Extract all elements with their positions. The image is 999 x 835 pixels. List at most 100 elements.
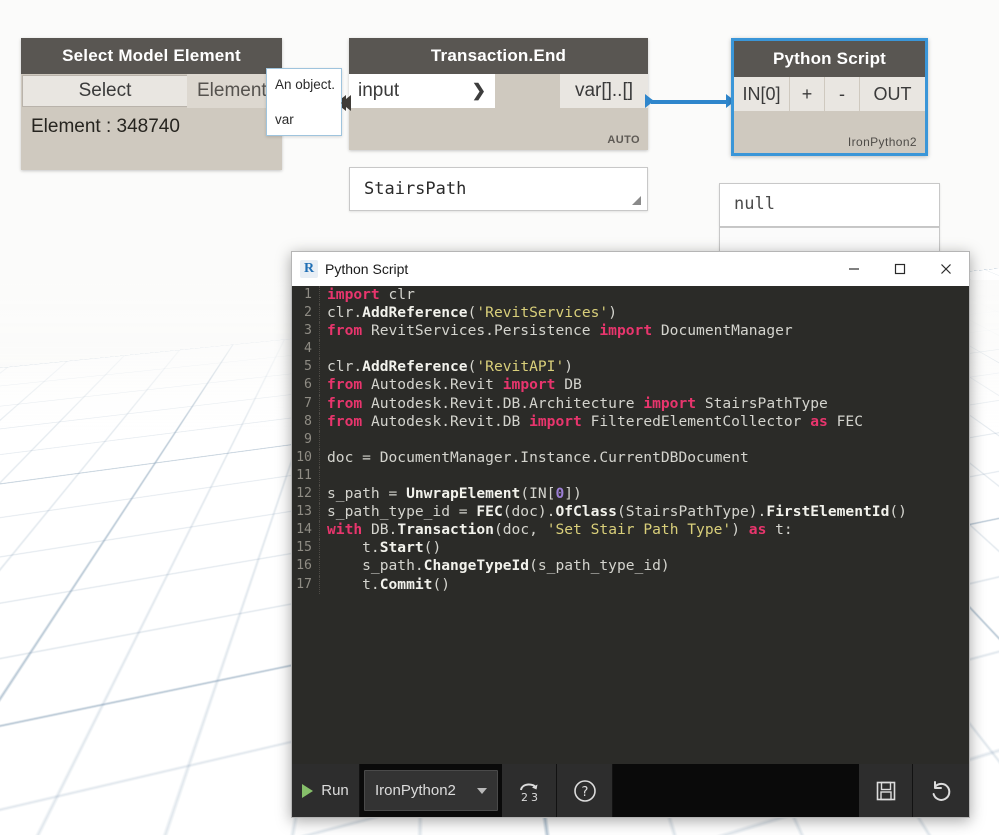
code-text: from Autodesk.Revit import DB: [327, 376, 582, 394]
node-port-row: Select Element: [21, 74, 282, 108]
help-icon: ?: [573, 779, 596, 802]
node-auto-tag: AUTO: [607, 134, 640, 146]
code-line[interactable]: 11: [292, 466, 969, 486]
python-script-editor-dialog[interactable]: R Python Script 1 import clr 2 clr.AddRefer…: [291, 251, 970, 818]
node-port-row: input ❯ var[]..[]: [349, 74, 648, 108]
connector-arrow-transaction-in: [341, 95, 351, 111]
chevron-right-icon: ❯: [471, 81, 486, 100]
code-text: with DB.Transaction(doc, 'Set Stair Path…: [327, 521, 793, 539]
input-port-in0[interactable]: IN[0]: [734, 77, 790, 111]
preview-value: StairsPath: [364, 179, 467, 199]
code-editor[interactable]: 1 import clr 2 clr.AddReference('RevitServi…: [292, 286, 969, 765]
minimize-icon: [849, 268, 859, 270]
code-text: s_path = UnwrapElement(IN[0]): [327, 485, 582, 503]
output-port-var[interactable]: var[]..[]: [560, 74, 648, 108]
engine-value: IronPython2: [375, 782, 456, 799]
code-text: t.Commit(): [327, 575, 451, 593]
node-transaction-end[interactable]: Transaction.End input ❯ var[]..[] AUTO: [349, 38, 648, 150]
code-line[interactable]: 7 from Autodesk.Revit.DB.Architecture imp…: [292, 394, 969, 413]
dialog-title: Python Script: [325, 261, 409, 277]
tooltip-type: var: [275, 112, 294, 127]
line-number: 4: [292, 340, 320, 359]
code-line[interactable]: 15 t.Start(): [292, 539, 969, 558]
chevron-down-icon: [477, 787, 487, 794]
line-number: 5: [292, 358, 320, 377]
code-line[interactable]: 2 clr.AddReference('RevitServices'): [292, 304, 969, 323]
code-line[interactable]: 13 s_path_type_id = FEC(doc).OfClass(Stai…: [292, 503, 969, 522]
toolbar-spacer: [613, 764, 859, 817]
help-button[interactable]: ?: [557, 764, 613, 817]
code-text: s_path_type_id = FEC(doc).OfClass(Stairs…: [327, 503, 907, 521]
code-line[interactable]: 17 t.Commit(): [292, 575, 969, 594]
connector-wire[interactable]: [651, 100, 733, 104]
resize-grip-icon[interactable]: [632, 196, 641, 205]
code-text: import clr: [327, 286, 415, 303]
node-body: input ❯ var[]..[] AUTO: [349, 74, 648, 150]
line-number: 2: [292, 304, 320, 323]
play-icon: [302, 783, 314, 798]
preview-value: null: [734, 194, 775, 214]
line-number: 3: [292, 322, 320, 341]
save-icon: [876, 781, 895, 800]
input-port-label: input: [358, 80, 400, 101]
line-number: 9: [292, 430, 320, 449]
node-port-gap: [495, 74, 560, 108]
svg-text:2: 2: [521, 791, 528, 804]
close-button[interactable]: [923, 252, 969, 286]
run-label: Run: [321, 782, 349, 799]
code-line[interactable]: 16 s_path.ChangeTypeId(s_path_type_id): [292, 557, 969, 576]
code-line[interactable]: 8 from Autodesk.Revit.DB import FilteredE…: [292, 412, 969, 431]
code-text: from Autodesk.Revit.DB.Architecture impo…: [327, 394, 828, 412]
migrate-2to3-button[interactable]: 2 3: [502, 764, 557, 817]
line-number: 13: [292, 503, 320, 522]
input-port-input[interactable]: input ❯: [349, 74, 495, 108]
code-text: from RevitServices.Persistence import Do…: [327, 322, 793, 340]
code-line[interactable]: 10 doc = DocumentManager.Instance.Current…: [292, 448, 969, 467]
line-number: 16: [292, 557, 320, 576]
code-text: clr.AddReference('RevitAPI'): [327, 358, 574, 376]
code-line[interactable]: 5 clr.AddReference('RevitAPI'): [292, 358, 969, 377]
node-port-row: IN[0] + - OUT: [734, 77, 925, 111]
node-title: Python Script: [734, 41, 925, 77]
revert-button[interactable]: [913, 764, 969, 817]
preview-null-value[interactable]: null: [719, 183, 940, 227]
code-line[interactable]: 9: [292, 430, 969, 449]
line-number: 14: [292, 521, 320, 540]
add-input-button[interactable]: +: [790, 77, 825, 111]
node-title: Transaction.End: [349, 38, 648, 74]
node-select-model-element[interactable]: Select Model Element Select Element Elem…: [21, 38, 282, 170]
code-line[interactable]: 12 s_path = UnwrapElement(IN[0]): [292, 485, 969, 504]
revit-r-icon: R: [300, 260, 318, 278]
node-body: IN[0] + - OUT IronPython2: [734, 77, 925, 153]
save-button[interactable]: [859, 764, 913, 817]
code-line[interactable]: 4: [292, 340, 969, 359]
code-line[interactable]: 3 from RevitServices.Persistence import D…: [292, 322, 969, 341]
engine-dropdown[interactable]: IronPython2: [364, 770, 498, 811]
revert-icon: [932, 780, 951, 801]
maximize-button[interactable]: [877, 252, 923, 286]
code-text: clr.AddReference('RevitServices'): [327, 304, 617, 322]
output-port-out[interactable]: OUT: [860, 77, 925, 111]
maximize-icon: [894, 263, 906, 275]
node-body: Select Element Element : 348740: [21, 74, 282, 170]
minimize-button[interactable]: [831, 252, 877, 286]
code-line[interactable]: 1 import clr: [292, 286, 969, 305]
code-line[interactable]: 6 from Autodesk.Revit import DB: [292, 376, 969, 395]
close-icon: [941, 264, 951, 274]
line-number: 17: [292, 575, 320, 594]
line-number: 6: [292, 376, 320, 395]
code-text: from Autodesk.Revit.DB import FilteredEl…: [327, 412, 863, 430]
select-button[interactable]: Select: [22, 75, 187, 107]
node-python-script[interactable]: Python Script IN[0] + - OUT IronPython2: [731, 38, 928, 156]
line-number: 15: [292, 539, 320, 558]
dialog-titlebar[interactable]: R Python Script: [292, 252, 969, 287]
remove-input-button[interactable]: -: [825, 77, 860, 111]
port-tooltip: An object. var: [266, 68, 342, 136]
code-line[interactable]: 14 with DB.Transaction(doc, 'Set Stair Pa…: [292, 521, 969, 540]
editor-toolbar: Run IronPython2 2 3 ?: [292, 764, 969, 817]
code-text: doc = DocumentManager.Instance.CurrentDB…: [327, 448, 749, 466]
tooltip-description: An object.: [275, 77, 336, 92]
svg-text:?: ?: [581, 785, 588, 800]
run-button[interactable]: Run: [292, 764, 360, 817]
preview-stairspath[interactable]: StairsPath: [349, 167, 648, 211]
